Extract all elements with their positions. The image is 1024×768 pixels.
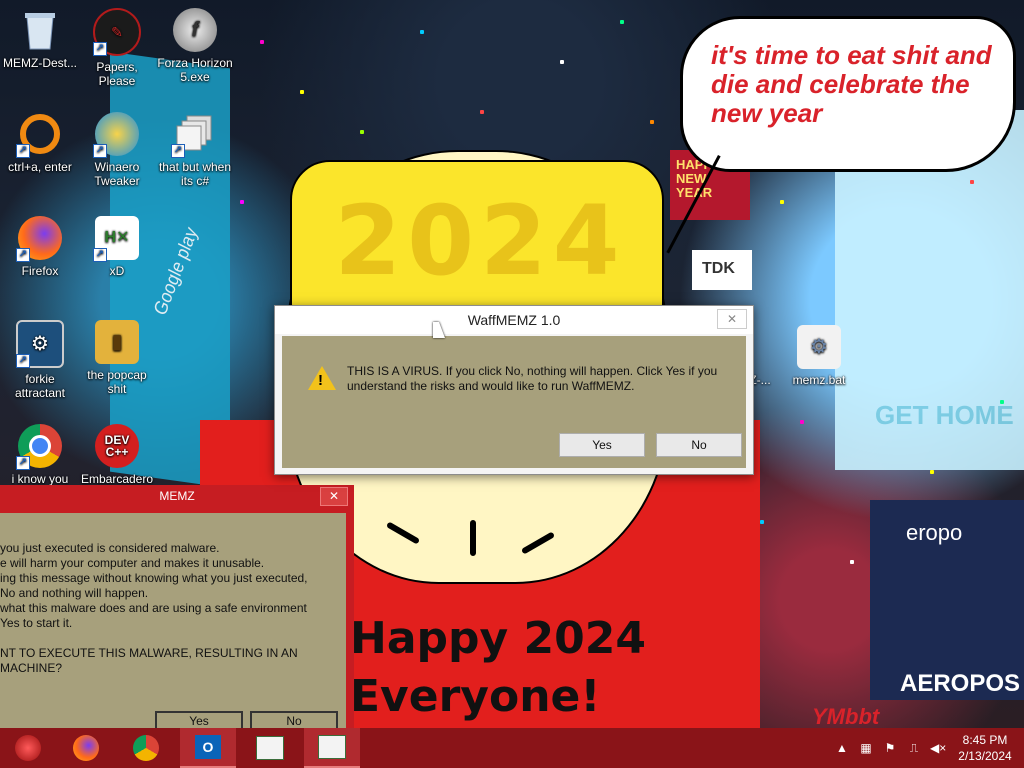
artist-signature: YMbbt [812, 704, 880, 728]
firefox-icon [73, 735, 99, 761]
chrome-icon: ↗ [16, 424, 62, 470]
hxd-icon: H✕ ↗ [93, 216, 139, 262]
waffmemz-yes-button[interactable]: Yes [559, 433, 645, 457]
memz-no-button[interactable]: No [250, 711, 338, 728]
desktop-icon-forkie[interactable]: ⚙ ↗ forkie attractant [1, 320, 79, 400]
devcpp-icon: DEV C++ [95, 424, 139, 468]
billboard-europ-text: eropo [906, 520, 963, 545]
desktop-icon-label: xD [109, 264, 125, 278]
start-orb-icon [15, 735, 41, 761]
clock-date: 2/13/2024 [958, 749, 1012, 763]
folder-icon: ▮ [95, 320, 139, 364]
desktop-icon-label: that but when its c# [158, 160, 232, 188]
character-nose [470, 520, 476, 556]
waffmemz-dialog-body: ! THIS IS A VIRUS. If you click No, noth… [282, 336, 746, 468]
speech-bubble: it's time to eat shit and die and celebr… [680, 16, 1016, 172]
shirt-line-1: Happy 2024 [350, 613, 646, 664]
speech-bubble-text: it's time to eat shit and die and celebr… [711, 40, 992, 128]
memz-dialog: MEMZ ✕ you just executed is considered m… [0, 485, 354, 728]
memz-dialog-title: MEMZ [159, 489, 195, 503]
desktop-icon-papers-please[interactable]: ✎ ↗ Papers, Please [78, 8, 156, 88]
memz-dialog-body: you just executed is considered malware.… [0, 513, 346, 728]
volume-muted-icon[interactable]: ◀× [930, 740, 946, 756]
billboard-tdk-text: TDK [702, 260, 735, 277]
chrome-icon [133, 735, 159, 761]
settings-monitor-icon: ⚙ ↗ [16, 320, 64, 368]
memz-dialog-message: you just executed is considered malware.… [0, 541, 308, 675]
desktop-icon-winaero[interactable]: ↗ Winaero Tweaker [78, 112, 156, 188]
waffmemz-dialog-titlebar[interactable]: WaffMEMZ 1.0 ✕ [275, 306, 753, 334]
warning-icon-mark: ! [318, 372, 323, 389]
memz-yes-button[interactable]: Yes [155, 711, 243, 728]
desktop-icon-ctrl-a[interactable]: ↗ ctrl+a, enter [1, 112, 79, 174]
taskbar-firefox[interactable] [58, 728, 114, 768]
taskbar-window-1[interactable] [242, 728, 298, 768]
billboard-gethome-text: GET HOME [875, 400, 1014, 430]
desktop-icon-label: Winaero Tweaker [94, 160, 140, 188]
firefox-icon: ↗ [16, 216, 62, 262]
network-share-icon[interactable]: ▦ [858, 740, 874, 756]
desktop-icon-firefox[interactable]: ↗ Firefox [1, 216, 79, 278]
memz-dialog-titlebar[interactable]: MEMZ ✕ [0, 485, 354, 507]
waffmemz-dialog: WaffMEMZ 1.0 ✕ ! THIS IS A VIRUS. If you… [274, 305, 754, 475]
desktop-icon-i-know-you[interactable]: ↗ i know you [1, 424, 79, 486]
ring-icon: ↗ [16, 112, 62, 158]
billboard-aero-text: AEROPOS [900, 670, 1021, 697]
desktop-icon-label: Forza Horizon 5.exe [157, 56, 233, 84]
flag-icon[interactable]: ⚑ [882, 740, 898, 756]
desktop-icon-label: forkie attractant [14, 372, 66, 400]
app-window-icon [256, 736, 284, 760]
start-button[interactable] [0, 728, 56, 768]
desktop: Google play GET HOME eropo AEROPOS HAPPY… [0, 0, 1024, 728]
recycle-bin-icon [18, 8, 62, 52]
waffmemz-dialog-message: THIS IS A VIRUS. If you click No, nothin… [347, 364, 718, 393]
network-icon[interactable]: ⎍ [906, 740, 922, 756]
taskbar-chrome[interactable] [118, 728, 174, 768]
desktop-icon-memz-bat[interactable]: ⚙ memz.bat [780, 325, 858, 387]
taskbar-outlook[interactable]: O [180, 728, 236, 768]
taskbar: O ▲ ▦ ⚑ ⎍ ◀× 8:45 PM 2/13/2024 [0, 728, 1024, 768]
desktop-icon-popcap[interactable]: ▮ the popcap shit [78, 320, 156, 396]
desktop-icon-label: the popcap shit [87, 368, 147, 396]
desktop-icon-embarcadero[interactable]: DEV C++ Embarcadero [78, 424, 156, 486]
desktop-icon-label: Papers, Please [96, 60, 138, 88]
outlook-icon: O [195, 735, 221, 759]
hat-year-text: 2024 [334, 185, 626, 297]
desktop-icon-xd[interactable]: H✕ ↗ xD [78, 216, 156, 278]
app-window-icon [318, 735, 346, 759]
batch-gear-icon: ⚙ [797, 325, 841, 369]
desktop-icon-label: Firefox [21, 264, 59, 278]
system-tray: ▲ ▦ ⚑ ⎍ ◀× 8:45 PM 2/13/2024 [830, 728, 1024, 768]
waffmemz-dialog-title: WaffMEMZ 1.0 [467, 312, 561, 328]
flash-icon: f [173, 8, 217, 52]
desktop-icon-csharp[interactable]: ↗ that but when its c# [156, 112, 234, 188]
shirt-text: Happy 2024 Everyone! [350, 610, 646, 726]
taskbar-window-2[interactable] [304, 728, 360, 768]
shirt-line-2: Everyone! [350, 671, 601, 722]
desktop-icon-forza[interactable]: f Forza Horizon 5.exe [156, 8, 234, 84]
taskbar-clock[interactable]: 8:45 PM 2/13/2024 [950, 732, 1020, 764]
winaero-icon: ↗ [93, 112, 139, 158]
memz-dialog-close-button[interactable]: ✕ [320, 487, 348, 506]
billboard-google-text: Google play [149, 223, 202, 319]
billboard-lower-right: eropo AEROPOS [870, 500, 1024, 700]
windows-stack-icon: ↗ [171, 112, 217, 158]
desktop-icon-label: i know you [11, 472, 69, 486]
desktop-icon-label: memz.bat [792, 373, 846, 387]
desktop-icon-label: MEMZ-Dest... [3, 56, 77, 70]
desktop-icon-label: Embarcadero [80, 472, 154, 486]
desktop-icon-label: ctrl+a, enter [8, 160, 72, 174]
chevron-up-icon[interactable]: ▲ [834, 740, 850, 756]
desktop-icon-memz-dest[interactable]: MEMZ-Dest... [1, 8, 79, 70]
waffmemz-no-button[interactable]: No [656, 433, 742, 457]
papers-please-icon: ✎ ↗ [93, 8, 141, 56]
mouse-cursor [433, 322, 445, 338]
clock-time: 8:45 PM [962, 733, 1008, 747]
waffmemz-dialog-close-button[interactable]: ✕ [717, 309, 747, 329]
